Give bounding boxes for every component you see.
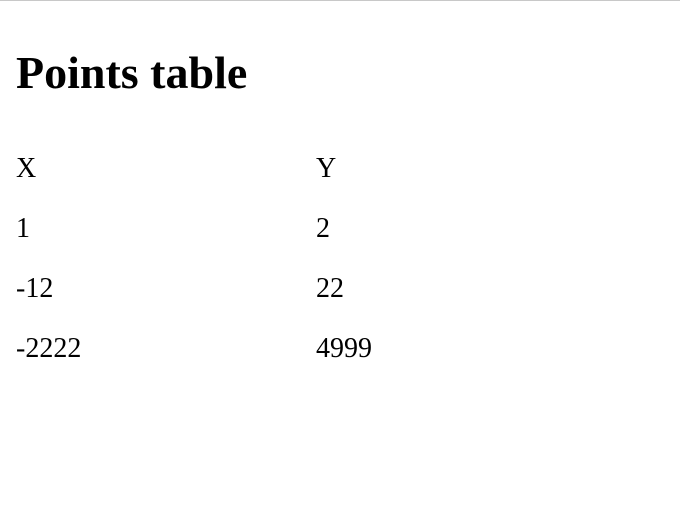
table-row: -2222 4999 xyxy=(16,319,616,379)
column-header-y: Y xyxy=(316,153,337,184)
points-table: X Y 1 2 -12 22 -2222 4999 xyxy=(16,139,616,379)
page-title: Points table xyxy=(16,47,248,98)
table-cell-y: 22 xyxy=(316,273,344,304)
table-row: -12 22 xyxy=(16,259,616,319)
table-cell-x: -12 xyxy=(16,273,54,304)
table-cell-y: 4999 xyxy=(316,333,372,364)
column-header-x: X xyxy=(16,153,37,184)
table-cell-x: 1 xyxy=(16,213,30,244)
table-cell-x: -2222 xyxy=(16,333,82,364)
page: Points table X Y 1 2 -12 22 -2222 4999 xyxy=(0,0,680,530)
table-row: 1 2 xyxy=(16,199,616,259)
table-cell-y: 2 xyxy=(316,213,330,244)
table-header-row: X Y xyxy=(16,139,616,199)
